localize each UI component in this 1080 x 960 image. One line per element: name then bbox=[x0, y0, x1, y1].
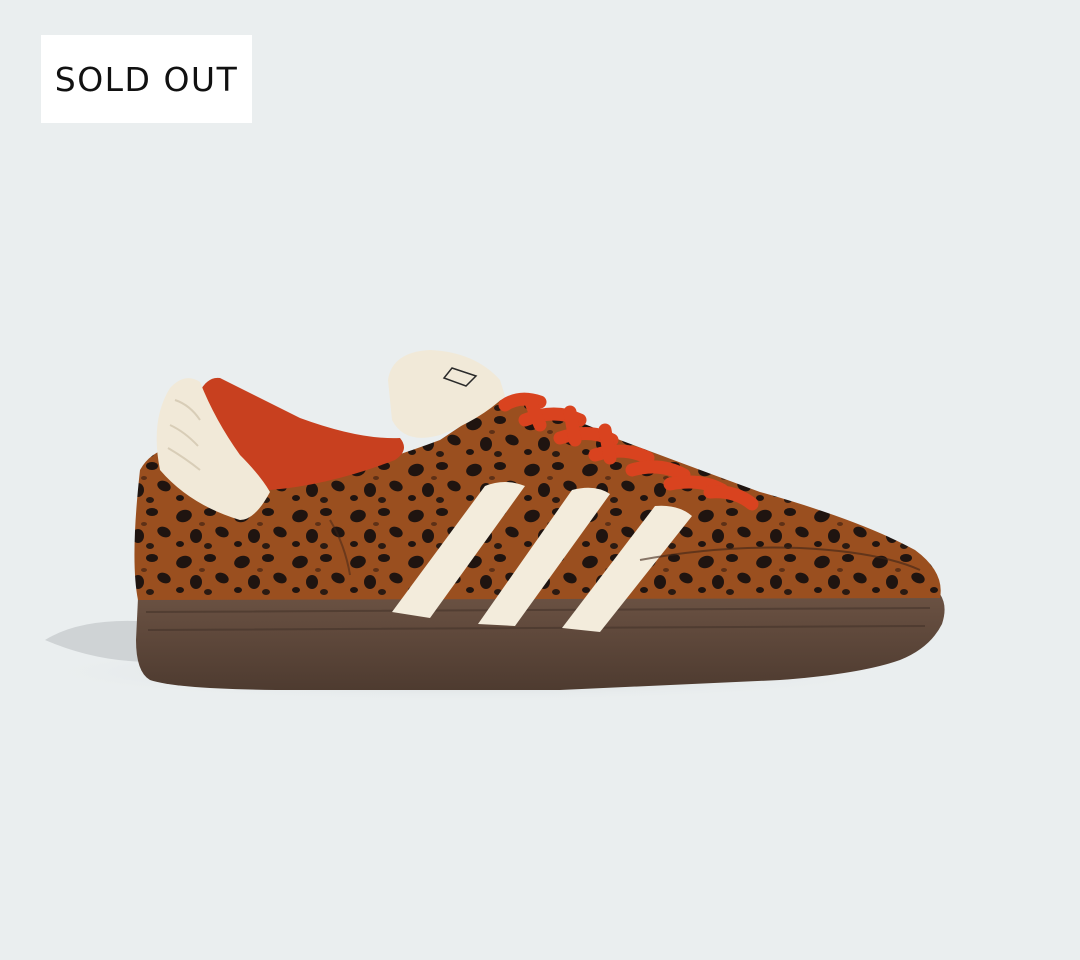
product-card: SOLD OUT bbox=[0, 0, 1080, 960]
product-image[interactable] bbox=[0, 0, 1080, 960]
